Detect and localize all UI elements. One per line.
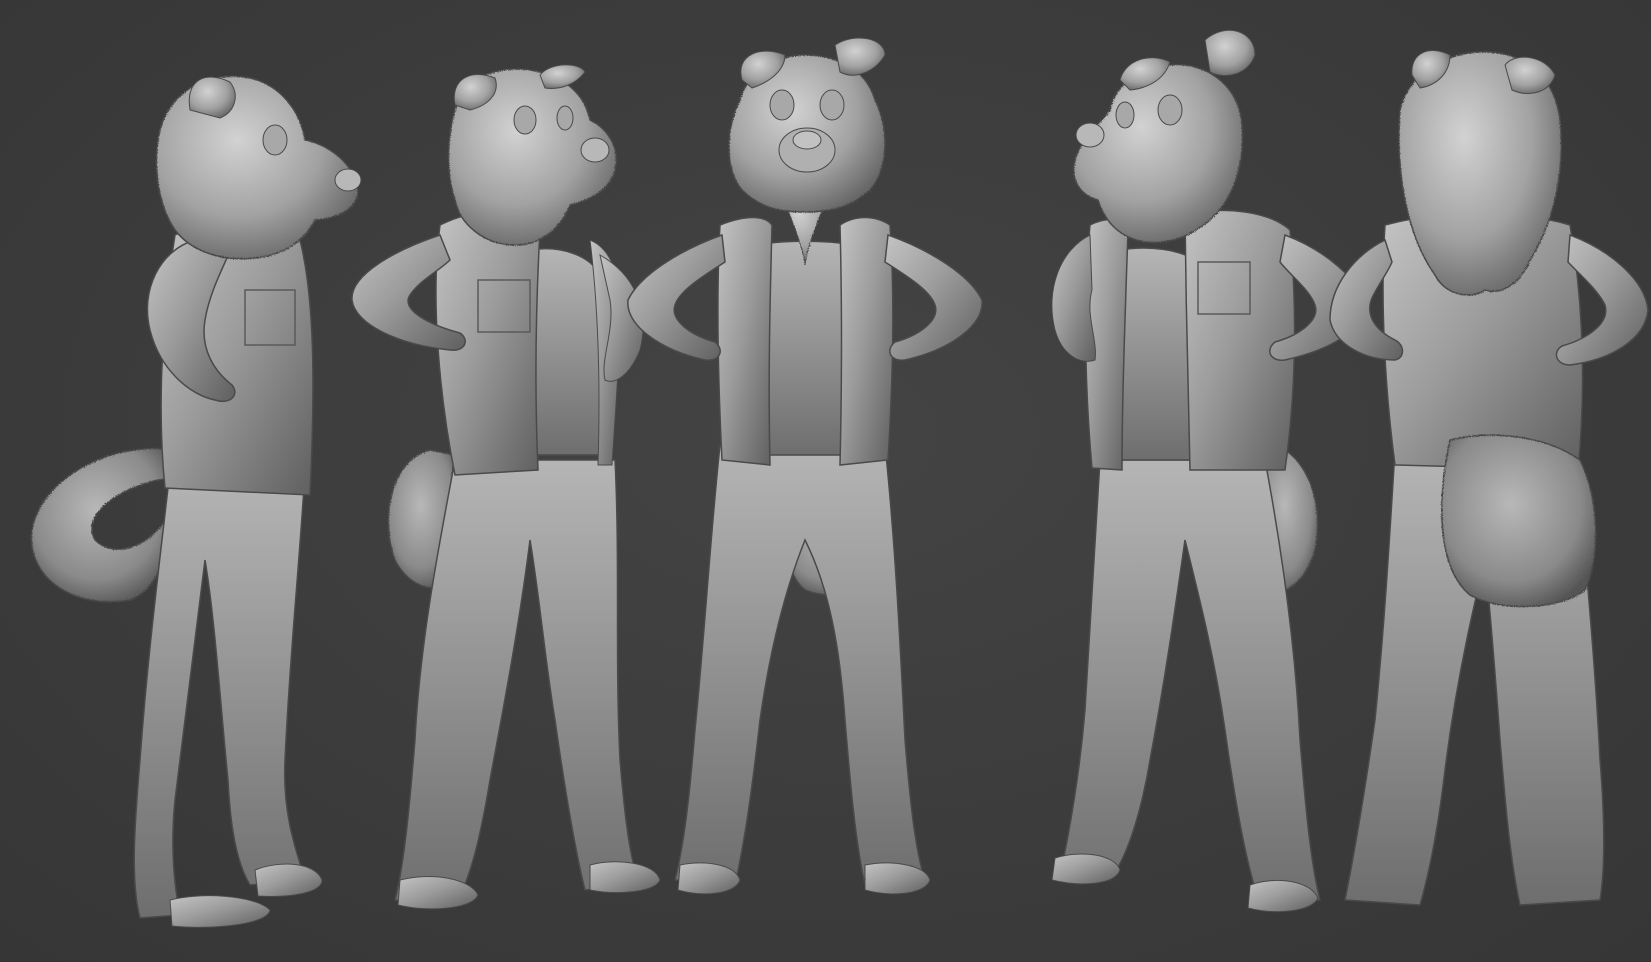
shirt-right-panel — [839, 216, 894, 466]
arm-left — [1051, 234, 1096, 362]
eye — [262, 124, 288, 156]
shoe-back — [169, 895, 271, 928]
ear — [188, 76, 236, 119]
eye-left — [769, 89, 795, 121]
tail — [1441, 434, 1597, 608]
tank-top — [527, 248, 605, 456]
back-view — [1329, 50, 1649, 906]
eye-left — [1115, 101, 1135, 129]
nose — [1075, 122, 1105, 148]
ear-right — [834, 37, 886, 76]
head — [155, 75, 359, 260]
shirt — [1184, 209, 1296, 471]
shoe-right — [589, 861, 661, 894]
arm-left — [627, 233, 726, 361]
shirt-left-panel — [717, 216, 773, 466]
ear-right — [1204, 29, 1256, 77]
shoe-front — [254, 863, 323, 897]
eye-left — [513, 105, 537, 135]
tail — [30, 447, 176, 603]
nose — [792, 130, 822, 150]
sculpt-viewport — [0, 0, 1651, 962]
nose — [580, 137, 610, 163]
eye-right — [819, 89, 845, 121]
three-quarter-view-left — [1051, 29, 1366, 913]
ear-right — [539, 64, 586, 89]
nose — [334, 168, 362, 192]
three-quarter-view-right — [351, 64, 661, 910]
legs — [674, 444, 927, 886]
eye-right — [1157, 94, 1183, 126]
side-view-right — [30, 75, 362, 928]
eye-right — [556, 105, 574, 131]
arm-right — [884, 233, 983, 361]
front-view — [627, 37, 983, 895]
turnaround-render — [30, 29, 1649, 928]
